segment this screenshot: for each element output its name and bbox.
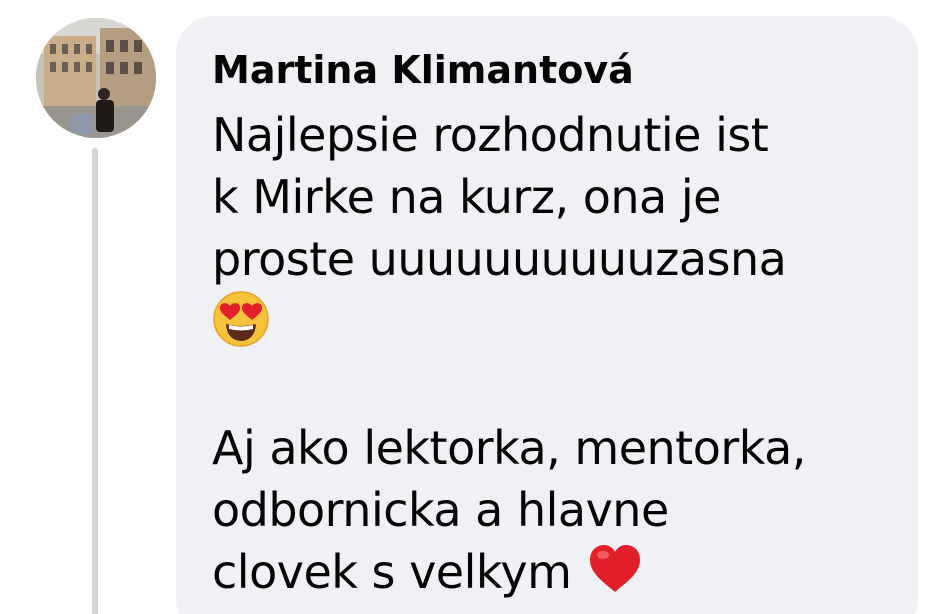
reply-thread-line <box>92 148 98 614</box>
comment-line: clovek s velkym <box>212 541 912 603</box>
comment-line: odbornicka a hlavne <box>212 483 669 537</box>
avatar-photo <box>36 18 156 138</box>
comment-line-text: clovek s velkym <box>212 545 572 599</box>
red-heart-icon <box>586 542 644 596</box>
smiling-face-with-heart-eyes-icon <box>212 290 270 348</box>
comment-author-name[interactable]: Martina Klimantová <box>212 44 634 96</box>
emoji-line <box>212 290 912 355</box>
comment-line: Aj ako lektorka, mentorka, <box>212 421 806 475</box>
comment-thread: Martina Klimantová Najlepsie rozhodnutie… <box>0 0 933 614</box>
comment-line: proste uuuuuuuuuuzasna <box>212 232 787 286</box>
avatar[interactable] <box>36 18 156 138</box>
comment-line: Najlepsie rozhodnutie ist <box>212 108 769 162</box>
comment-line: k Mirke na kurz, ona je <box>212 170 721 224</box>
comment-text: Najlepsie rozhodnutie ist k Mirke na kur… <box>212 104 912 603</box>
